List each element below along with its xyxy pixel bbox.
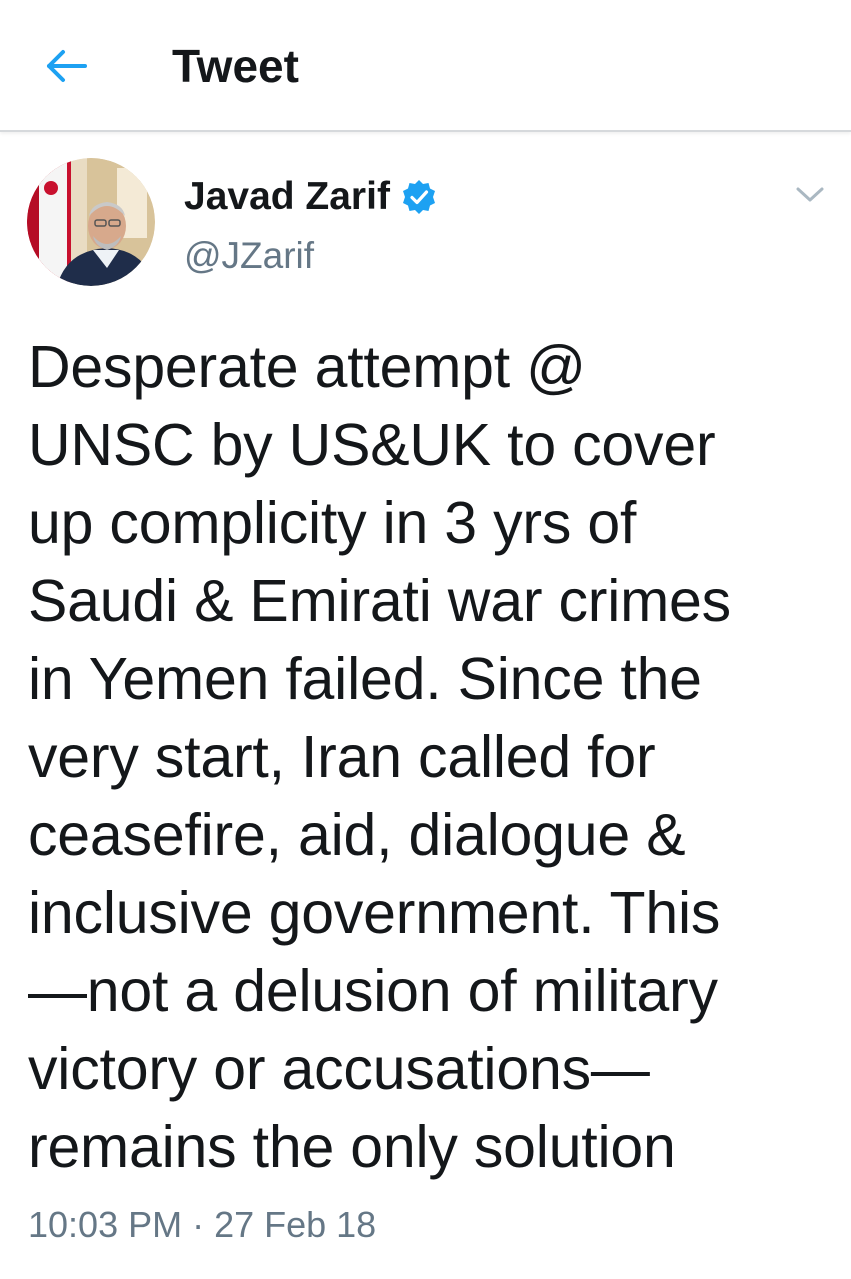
tweet-text: Desperate attempt @ UNSC by US&UK to cov… bbox=[28, 334, 731, 1180]
verified-badge-icon bbox=[400, 178, 438, 216]
chevron-down-icon bbox=[796, 187, 824, 202]
author-handle[interactable]: @JZarif bbox=[184, 232, 314, 280]
app-header: Tweet bbox=[0, 0, 851, 132]
tweet-menu-button[interactable] bbox=[788, 178, 832, 212]
page-title: Tweet bbox=[172, 40, 299, 92]
back-button[interactable] bbox=[36, 38, 96, 94]
avatar[interactable] bbox=[27, 158, 155, 286]
arrow-left-icon bbox=[47, 50, 87, 82]
author-display-name[interactable]: Javad Zarif bbox=[184, 172, 390, 222]
tweet-timestamp[interactable]: 10:03 PM · 27 Feb 18 bbox=[28, 1200, 376, 1250]
author-name-row[interactable]: Javad Zarif bbox=[184, 172, 438, 222]
avatar-image bbox=[27, 158, 155, 286]
